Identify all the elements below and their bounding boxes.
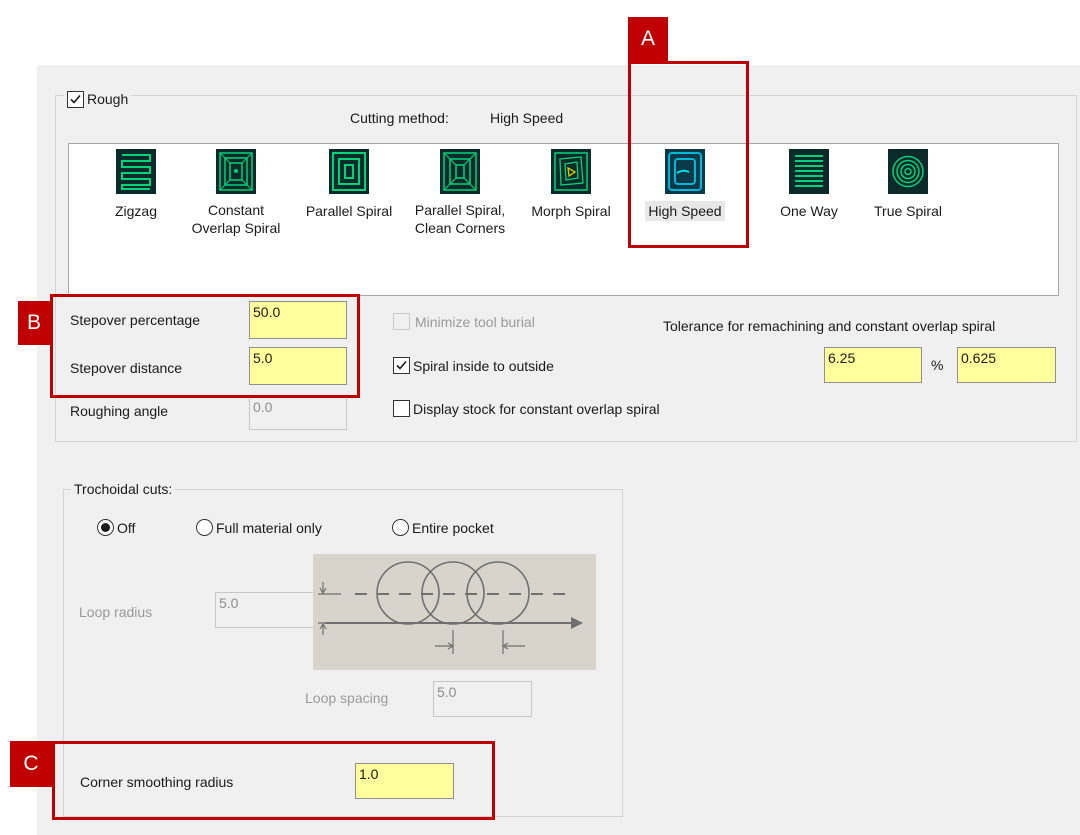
- callout-a-box: [628, 61, 749, 248]
- display-stock-label: Display stock for constant overlap spira…: [413, 400, 660, 417]
- loop-spacing-field[interactable]: 5.0: [433, 681, 532, 717]
- checkbox-box[interactable]: [393, 313, 410, 330]
- zigzag-icon: [116, 149, 156, 194]
- rough-label: Rough: [87, 91, 129, 107]
- parallel-spiral-icon: [329, 149, 369, 194]
- roughing-angle-field[interactable]: 0.0: [249, 396, 347, 430]
- trochoidal-diagram: [313, 554, 596, 670]
- loop-radius-label: Loop radius: [79, 604, 153, 620]
- method-label-line2: Clean Corners: [414, 220, 506, 236]
- spiral-inside-to-outside-label: Spiral inside to outside: [413, 357, 554, 374]
- true-spiral-icon: [888, 149, 928, 194]
- callout-c-box: [52, 741, 495, 820]
- radio-label: Off: [117, 519, 136, 536]
- method-label: Morph Spiral: [531, 203, 611, 219]
- radio-button[interactable]: [392, 519, 409, 536]
- method-label: Parallel Spiral: [305, 203, 393, 219]
- minimize-tool-burial-label: Minimize tool burial: [415, 313, 535, 330]
- tolerance-distance-field[interactable]: 0.625: [957, 347, 1056, 383]
- callout-a-tag: A: [628, 17, 668, 61]
- method-label-line1: Constant: [207, 202, 265, 218]
- callout-b-box: [50, 294, 360, 398]
- radio-label: Entire pocket: [412, 519, 494, 536]
- percent-unit-label: %: [931, 357, 944, 373]
- method-label: True Spiral: [874, 203, 942, 219]
- parallel-spiral-clean-corners-icon: [440, 149, 480, 194]
- checkbox-box[interactable]: [393, 357, 410, 374]
- method-true-spiral[interactable]: True Spiral: [843, 144, 973, 221]
- method-morph-spiral[interactable]: Morph Spiral: [506, 144, 636, 221]
- loop-radius-field[interactable]: 5.0: [215, 592, 315, 628]
- cutting-method-value: High Speed: [490, 110, 564, 126]
- radio-button[interactable]: [97, 519, 114, 536]
- checkmark-icon: [396, 360, 407, 370]
- cutting-methods-list: Zigzag Constant Overlap Spiral Parallel …: [68, 143, 1059, 296]
- rough-checkbox-box[interactable]: [67, 90, 84, 108]
- display-stock-checkbox[interactable]: Display stock for constant overlap spira…: [393, 400, 660, 417]
- method-label-line1: Parallel Spiral,: [414, 202, 506, 218]
- cutting-method-label: Cutting method:: [350, 110, 449, 126]
- trochoidal-entire-pocket-radio[interactable]: Entire pocket: [392, 519, 494, 536]
- tolerance-label: Tolerance for remachining and constant o…: [663, 318, 996, 334]
- checkbox-box[interactable]: [393, 400, 410, 417]
- callout-b-tag: B: [18, 301, 50, 345]
- trochoidal-legend: Trochoidal cuts:: [71, 481, 176, 497]
- constant-overlap-spiral-icon: [216, 149, 256, 194]
- method-label: Zigzag: [114, 203, 158, 219]
- one-way-icon: [789, 149, 829, 194]
- spiral-inside-to-outside-checkbox[interactable]: Spiral inside to outside: [393, 357, 554, 374]
- minimize-tool-burial-checkbox[interactable]: Minimize tool burial: [393, 313, 535, 330]
- checkmark-icon: [70, 94, 81, 104]
- morph-spiral-icon: [551, 149, 591, 194]
- radio-button[interactable]: [196, 519, 213, 536]
- radio-label: Full material only: [216, 519, 322, 536]
- method-constant-overlap-spiral[interactable]: Constant Overlap Spiral: [171, 144, 301, 237]
- method-label: One Way: [780, 203, 838, 219]
- method-label-line2: Overlap Spiral: [191, 220, 281, 236]
- tolerance-percent-field[interactable]: 6.25: [824, 347, 922, 383]
- roughing-angle-label: Roughing angle: [70, 403, 169, 419]
- rough-checkbox[interactable]: Rough: [64, 88, 132, 110]
- callout-c-tag: C: [10, 741, 52, 787]
- loop-spacing-label: Loop spacing: [305, 690, 389, 706]
- trochoidal-off-radio[interactable]: Off: [97, 519, 135, 536]
- trochoidal-full-material-radio[interactable]: Full material only: [196, 519, 322, 536]
